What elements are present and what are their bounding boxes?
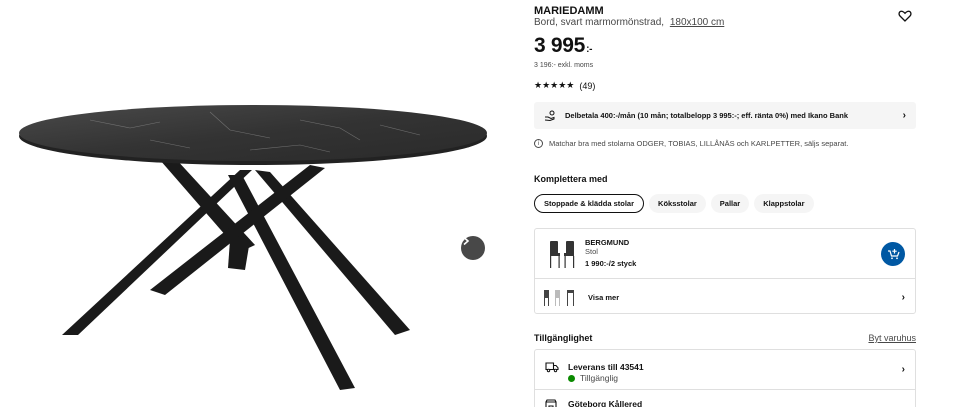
chevron-right-icon: › xyxy=(901,364,905,375)
delivery-row[interactable]: Leverans till 43541 Tillgänglig › xyxy=(535,350,915,390)
price-main: 3 995 xyxy=(534,34,586,57)
chair-image xyxy=(550,241,575,268)
delivery-title: Leverans till 43541 xyxy=(568,362,644,372)
add-to-cart-button[interactable] xyxy=(881,242,905,266)
rating[interactable]: ★★★★★ (49) xyxy=(534,80,595,91)
price-ex-vat: 3 196:- exkl. moms xyxy=(534,62,594,69)
info-icon: i xyxy=(534,139,543,148)
financing-banner[interactable]: Delbetala 400:-/mån (10 mån; totalbelopp… xyxy=(534,102,916,129)
recommendation-type: Stol xyxy=(585,247,598,256)
pill-upholstered-chairs[interactable]: Stoppade & klädda stolar xyxy=(534,194,645,213)
price-suffix: :- xyxy=(586,44,593,55)
product-image-gallery xyxy=(0,0,500,407)
change-store-link[interactable]: Byt varuhus xyxy=(868,333,916,343)
chair-thumbnails-icon xyxy=(544,290,574,306)
product-description-text: Bord, svart marmormönstrad, xyxy=(534,17,665,28)
chevron-right-icon: › xyxy=(901,291,905,303)
show-more-row[interactable]: Visa mer › xyxy=(535,280,915,314)
match-note: i Matchar bra med stolarna ODGER, TOBIAS… xyxy=(534,139,848,148)
store-name: Göteborg Kållered xyxy=(568,399,643,407)
truck-icon xyxy=(545,362,559,373)
chevron-right-icon xyxy=(463,236,470,246)
table-image xyxy=(19,105,487,390)
product-description: Bord, svart marmormönstrad, 180x100 cm xyxy=(534,17,724,28)
financing-text: Delbetala 400:-/mån (10 mån; totalbelopp… xyxy=(565,111,848,120)
delivery-status-text: Tillgänglig xyxy=(580,373,618,383)
product-name: MARIEDAMM xyxy=(534,5,604,17)
table-legs xyxy=(62,158,410,390)
rating-count: (49) xyxy=(579,80,596,91)
heart-icon[interactable] xyxy=(898,9,912,23)
store-icon xyxy=(545,399,557,407)
pill-kitchen-chairs[interactable]: Köksstolar xyxy=(649,194,706,213)
complete-with-pills: Stoppade & klädda stolar Köksstolar Pall… xyxy=(534,194,814,213)
pill-folding-chairs[interactable]: Klappstolar xyxy=(754,194,814,213)
store-row[interactable]: Göteborg Kållered xyxy=(535,391,915,407)
availability-card: Leverans till 43541 Tillgänglig › Götebo… xyxy=(534,349,916,407)
pill-stools[interactable]: Pallar xyxy=(710,194,750,213)
match-note-text: Matchar bra med stolarna ODGER, TOBIAS, … xyxy=(549,139,849,148)
next-image-button[interactable] xyxy=(461,236,485,260)
cart-plus-icon xyxy=(887,249,900,260)
show-more-label: Visa mer xyxy=(588,292,620,302)
product-dimensions-link[interactable]: 180x100 cm xyxy=(670,17,724,28)
available-dot-icon xyxy=(568,374,575,382)
recommendation-card: BERGMUND Stol 1 990:-/2 styck Visa mer › xyxy=(534,228,916,314)
delivery-status: Tillgänglig xyxy=(568,373,618,383)
recommendation-item[interactable]: BERGMUND Stol 1 990:-/2 styck xyxy=(535,229,915,279)
product-price: 3 995:- xyxy=(534,34,592,58)
star-rating-icon: ★★★★★ xyxy=(534,80,575,90)
recommendation-price: 1 990:-/2 styck xyxy=(585,259,637,268)
table-top xyxy=(19,105,487,161)
availability-heading: Tillgänglighet xyxy=(534,333,593,343)
chevron-right-icon: › xyxy=(902,110,906,121)
complete-with-heading: Komplettera med xyxy=(534,174,608,184)
recommendation-name: BERGMUND xyxy=(585,238,630,247)
product-info-panel: MARIEDAMM Bord, svart marmormönstrad, 18… xyxy=(534,0,916,407)
hand-coin-icon xyxy=(544,110,555,121)
